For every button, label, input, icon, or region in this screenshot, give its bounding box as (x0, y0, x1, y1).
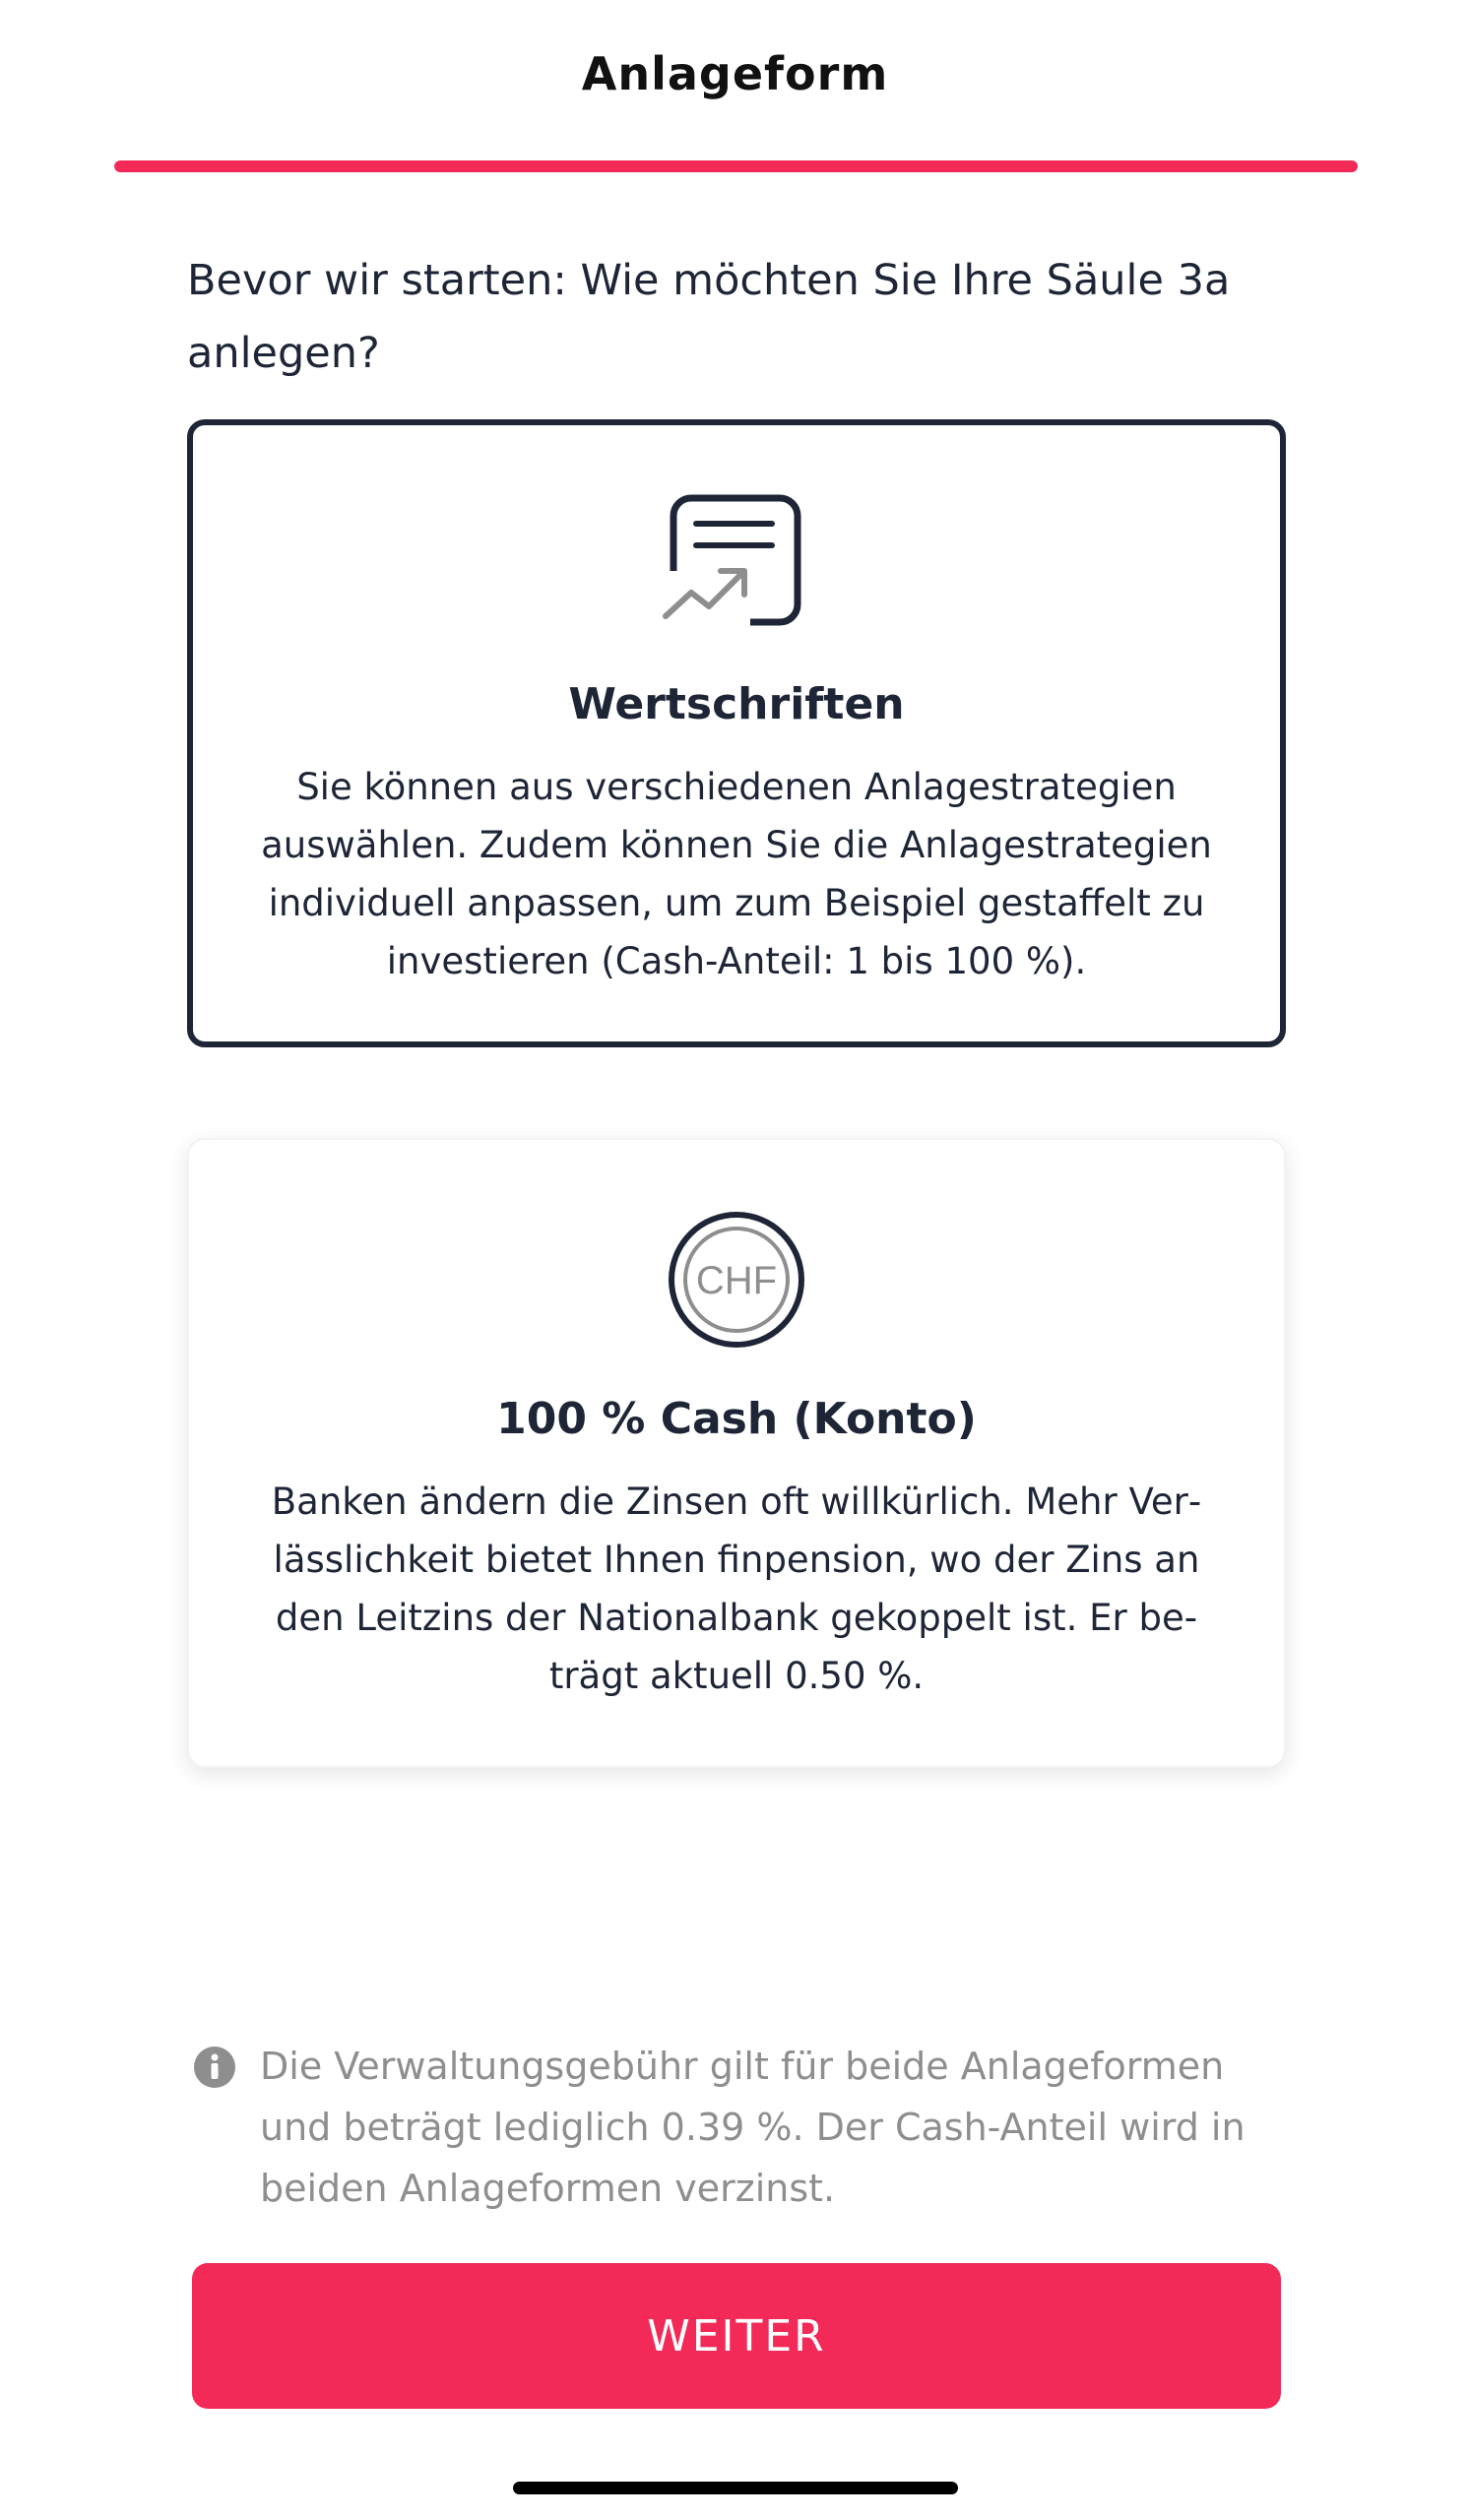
info-note: Die Verwaltungsgebühr gilt für beide Anl… (193, 2036, 1296, 2219)
home-indicator (513, 2482, 958, 2494)
option-card-wertschriften[interactable]: Wertschriften Sie können aus verschieden… (187, 419, 1286, 1047)
option-card-cash[interactable]: CHF 100 % Cash (Konto) Banken ändern die… (187, 1138, 1286, 1768)
option-title: Wertschriften (568, 679, 905, 729)
page-title: Anlageform (581, 47, 889, 100)
continue-button[interactable]: WEITER (192, 2263, 1281, 2409)
progress-bar (114, 160, 1358, 172)
chf-coin-label: CHF (696, 1259, 777, 1302)
option-description: Banken ändern die Zinsen oft willkürlich… (271, 1480, 1202, 1697)
info-text: Die Verwaltungsgebühr gilt für beide Anl… (260, 2045, 1246, 2210)
info-icon (194, 2047, 235, 2088)
progress-bar-fill (114, 160, 1358, 172)
option-description: Sie können aus verschiedenen Anlagestrat… (261, 766, 1212, 982)
question-text: Bevor wir starten: Wie möchten Sie Ihre … (187, 256, 1231, 378)
document-chart-icon (662, 494, 811, 638)
option-title: 100 % Cash (Konto) (496, 1394, 977, 1444)
chf-coin-icon: CHF (666, 1209, 807, 1354)
